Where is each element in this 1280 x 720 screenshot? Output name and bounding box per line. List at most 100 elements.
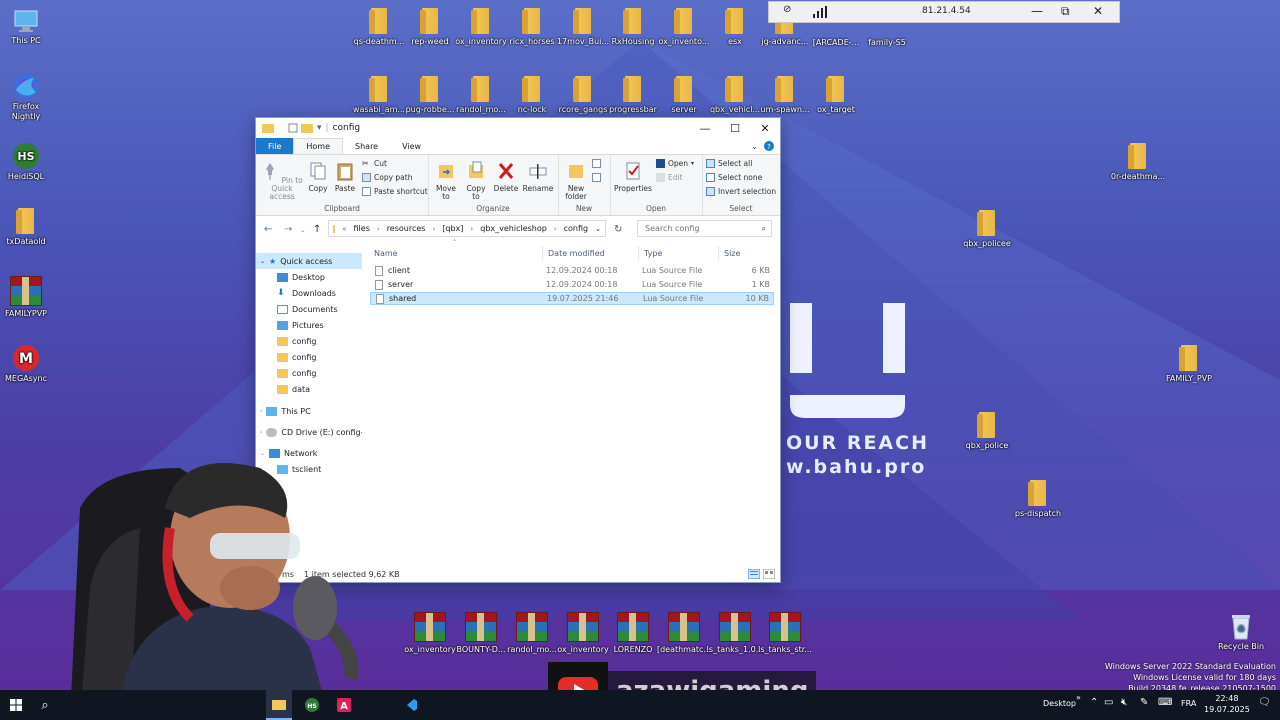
minimize-button[interactable]: — [690,118,720,138]
desktop-folder[interactable]: qbx_police [949,412,1025,451]
nav-config[interactable]: config [256,365,362,381]
copy-path-button[interactable]: Copy path [362,173,412,182]
nav-documents[interactable]: Documents📌︎ [256,301,362,317]
details-view-icon[interactable] [748,569,760,579]
select-none-button[interactable]: Select none [706,173,762,182]
copy-to-button[interactable]: Copy to [462,161,490,201]
file-row[interactable]: client 12.09.2024 00:18 Lua Source File … [370,264,774,277]
forward-arrow-icon[interactable]: → [284,224,292,235]
properties-button[interactable]: Properties [614,161,652,193]
search-input[interactable] [643,223,757,234]
address-dropdown-icon[interactable]: ⌄ [595,225,601,233]
nav-quick-access[interactable]: ⌄ ★ Quick access [256,253,362,269]
breadcrumb-item[interactable]: files [354,224,370,233]
pin-quick-access-button[interactable]: Pin to Quick access [260,161,304,201]
taskbar-heidisql[interactable]: HS [299,690,325,720]
nav-downloads[interactable]: ⬇Downloads📌︎ [256,285,362,301]
desktop-folder[interactable]: ox_target [798,76,874,115]
column-header-size[interactable]: Size [724,246,740,260]
taskbar-file-explorer[interactable] [266,690,292,720]
copy-button[interactable]: Copy [306,161,330,193]
move-to-button[interactable]: Move to [432,161,460,201]
close-button[interactable]: ✕ [750,118,780,138]
desktop-archive[interactable]: ls_tanks_str... [747,612,823,655]
cut-button[interactable]: ✂ Cut [362,159,387,168]
easy-access-button[interactable] [592,173,601,182]
new-folder-qa-icon[interactable] [301,123,313,133]
show-hidden-icons-icon[interactable]: ⌃ [1090,697,1098,708]
recent-locations-icon[interactable]: ⌄ [300,226,306,234]
delete-button[interactable]: Delete [492,161,520,193]
maximize-button[interactable]: ☐ [720,118,750,138]
start-button[interactable] [0,690,32,720]
desktop-folder[interactable]: family-S5 [849,38,925,48]
desktop-folder[interactable]: 0r-deathma... [1100,143,1176,182]
column-header-type[interactable]: Type [644,246,662,260]
taskbar-vscode[interactable] [398,690,424,720]
desktop-icon-this-pc[interactable]: This PC [0,8,64,46]
unpin-icon[interactable]: ⊘ [783,4,791,15]
clock[interactable]: 22:48 19.07.2025 [1204,693,1250,715]
tab-view[interactable]: View [390,138,433,154]
breadcrumb-item[interactable]: config [564,224,588,233]
tab-home[interactable]: Home [293,138,344,154]
paste-button[interactable]: Paste [332,161,358,193]
desktop-icon-firefox-nightly[interactable]: Firefox Nightly [0,72,64,122]
desktop-icon-familypvp[interactable]: FAMILYPVP [0,276,64,319]
nav-this-pc[interactable]: › This PC [256,403,362,419]
nav-config[interactable]: config [256,333,362,349]
select-all-button[interactable]: Select all [706,159,752,168]
pen-tray-icon[interactable]: ✎ [1140,697,1148,708]
desktop-icon-recycle-bin[interactable]: ♻ Recycle Bin [1203,612,1279,652]
expand-ribbon-icon[interactable]: ⌄ [745,138,764,154]
desktop-folder[interactable]: ps-dispatch [1000,480,1076,519]
notifications-icon[interactable]: 🗨︎ [1258,697,1271,708]
desktop-icon-txdataold[interactable]: txDataold [0,208,64,247]
desktop-folder[interactable]: qbx_policee [949,210,1025,249]
nav-pictures[interactable]: Pictures📌︎ [256,317,362,333]
address-bar[interactable]: « files › resources › [qbx] › qbx_vehiclesh… [328,220,606,237]
breadcrumb-item[interactable]: [qbx] [442,224,463,233]
refresh-icon[interactable]: ↻ [614,224,622,235]
restore-icon[interactable]: ⧉ [1061,4,1070,19]
help-icon[interactable]: ? [764,141,774,151]
input-language[interactable]: FRA [1181,699,1196,708]
file-row[interactable]: server 12.09.2024 00:18 Lua Source File … [370,278,774,291]
volume-muted-icon[interactable]: 🔇︎ [1121,697,1127,708]
desktop-folder[interactable]: FAMILY_PVP [1151,345,1227,384]
open-button[interactable]: Open ▾ [656,159,694,168]
breadcrumb-item[interactable]: qbx_vehicleshop [480,224,547,233]
file-row-selected[interactable]: shared 19.07.2025 21:46 Lua Source File … [370,292,774,305]
large-icons-view-icon[interactable] [763,569,775,579]
taskbar-app[interactable]: A [331,690,357,720]
qa-dropdown-icon[interactable]: ▾ [317,123,322,133]
breadcrumb-item[interactable]: resources [387,224,426,233]
nav-config[interactable]: config [256,349,362,365]
column-header-date-modified[interactable]: Date modified [548,246,605,260]
network-tray-icon[interactable]: ▭ [1104,697,1113,708]
taskbar-desktop-label[interactable]: Desktop [1043,699,1076,708]
invert-selection-button[interactable]: Invert selection [706,187,776,196]
tab-file[interactable]: File [256,138,294,154]
search-icon[interactable]: ⌕ [762,224,766,234]
keyboard-tray-icon[interactable]: ⌨ [1158,697,1172,708]
tab-share[interactable]: Share [343,138,390,154]
desktop-icon-megasync[interactable]: M MEGAsync [0,344,64,384]
new-item-button[interactable] [592,159,601,168]
edit-button[interactable]: Edit [656,173,683,182]
properties-qa-icon[interactable] [288,123,298,133]
nav-desktop[interactable]: Desktop📌︎ [256,269,362,285]
back-arrow-icon[interactable]: ← [264,224,272,235]
minimize-icon[interactable]: — [1031,4,1043,18]
nav-data[interactable]: data [256,381,362,397]
rename-button[interactable]: Rename [522,161,554,193]
search-box[interactable]: ⌕ [637,220,772,237]
toolbar-expand-icon[interactable]: » [1076,693,1081,702]
close-icon[interactable]: ✕ [1093,4,1103,18]
paste-shortcut-button[interactable]: Paste shortcut [362,187,428,196]
nav-cd-drive[interactable]: › CD Drive (E:) config-2 [256,424,362,440]
column-header-name[interactable]: Name [374,246,398,260]
up-arrow-icon[interactable]: ↑ [313,224,321,235]
taskbar-search-icon[interactable]: ⌕ [32,690,58,720]
new-folder-button[interactable]: New folder [562,161,590,201]
